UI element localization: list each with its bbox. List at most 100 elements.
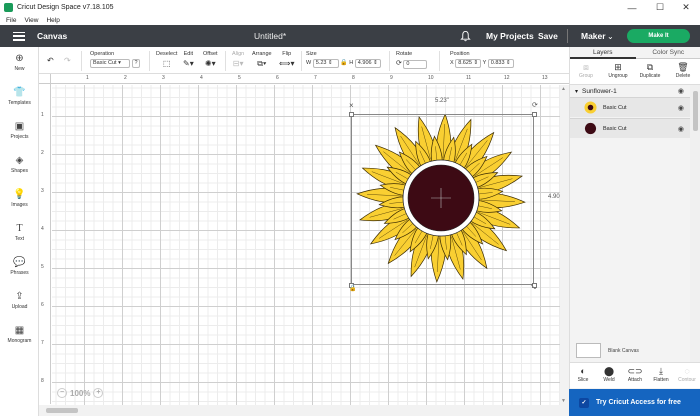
chevron-down-icon[interactable]: ▾ bbox=[575, 88, 578, 95]
slice-icon: ◐ bbox=[580, 366, 586, 376]
sidebar-item-text[interactable]: T Text bbox=[0, 223, 39, 242]
position-x-input[interactable]: 8.625 ⇕ bbox=[455, 59, 482, 68]
layer-actions: ⧈ Group ⊞ Ungroup ⧉ Duplicate 🗑 Delete bbox=[570, 59, 700, 85]
attach-button[interactable]: ⊂⊃ Attach bbox=[622, 366, 648, 383]
minimize-button[interactable]: — bbox=[618, 0, 646, 15]
weld-label: Weld bbox=[603, 377, 615, 383]
position-y-input[interactable]: 0.833 ⇕ bbox=[487, 59, 514, 68]
layer-row[interactable]: Basic Cut ◉ bbox=[570, 97, 690, 117]
zoom-in-button[interactable]: + bbox=[93, 388, 104, 398]
group-button[interactable]: ⧈ Group bbox=[570, 62, 602, 79]
operation-help-button[interactable]: ? bbox=[131, 59, 140, 68]
sidebar-item-shapes[interactable]: ◈ Shapes bbox=[0, 155, 39, 174]
notification-bell-icon[interactable] bbox=[460, 30, 471, 42]
flip-label: Flip bbox=[282, 51, 292, 57]
duplicate-label: Duplicate bbox=[639, 73, 661, 79]
rotate-input[interactable]: 0 bbox=[403, 60, 428, 69]
menu-view[interactable]: View bbox=[24, 17, 38, 24]
canvas-horizontal-scrollbar[interactable] bbox=[39, 405, 569, 416]
toolbar-divider bbox=[301, 51, 302, 71]
selection-bounding-box bbox=[351, 114, 534, 285]
duplicate-button[interactable]: ⧉ Duplicate bbox=[634, 62, 666, 79]
eye-icon[interactable]: ◉ bbox=[678, 87, 684, 95]
duplicate-icon: ⧉ bbox=[646, 62, 654, 72]
save-button[interactable]: Save bbox=[538, 31, 558, 41]
menu-help[interactable]: Help bbox=[46, 17, 59, 24]
scroll-up-icon[interactable]: ▲ bbox=[561, 86, 566, 92]
ungroup-button[interactable]: ⊞ Ungroup bbox=[602, 62, 634, 79]
ruler-corner bbox=[39, 74, 51, 84]
layer-row[interactable]: Basic Cut ◉ bbox=[570, 118, 690, 138]
size-group: Size W 5.23 ⇕ 🔒 H 4.906 ⇕ bbox=[306, 51, 381, 68]
make-it-button[interactable]: Make It bbox=[627, 29, 690, 43]
window-title: Cricut Design Space v7.18.105 bbox=[17, 4, 114, 11]
delete-button[interactable]: 🗑 Delete bbox=[667, 62, 699, 79]
edit-group[interactable]: Edit ✎▾ bbox=[183, 51, 194, 68]
rotate-handle-icon[interactable]: ⟳ bbox=[532, 101, 538, 109]
resize-handle-top-left[interactable] bbox=[349, 112, 354, 117]
deselect-group[interactable]: Deselect ⬚ bbox=[156, 51, 177, 68]
sidebar-item-upload[interactable]: ⇪ Upload bbox=[0, 291, 39, 310]
sidebar-item-images[interactable]: 💡 Images bbox=[0, 189, 39, 208]
sidebar-item-new[interactable]: ⊕ New bbox=[0, 53, 39, 72]
flatten-button[interactable]: ⤓ Flatten bbox=[648, 366, 674, 383]
flip-group[interactable]: Flip ⟺▾ bbox=[279, 51, 294, 68]
zoom-out-button[interactable]: − bbox=[57, 388, 67, 398]
lock-icon[interactable]: 🔒 bbox=[340, 59, 347, 68]
canvas-vertical-scrollbar[interactable]: ▲ ▼ bbox=[560, 85, 569, 405]
close-x-icon[interactable]: × bbox=[349, 101, 354, 110]
blank-canvas-label: Blank Canvas bbox=[608, 347, 639, 354]
ruler-top-label: 5 bbox=[238, 75, 241, 81]
sidebar-item-templates[interactable]: 👕 Templates bbox=[0, 87, 39, 106]
operation-select[interactable]: Basic Cut ▾ bbox=[90, 59, 130, 68]
width-input[interactable]: 5.23 ⇕ bbox=[312, 59, 339, 68]
sidebar-label: Phrases bbox=[10, 270, 29, 276]
my-projects-link[interactable]: My Projects bbox=[486, 31, 534, 41]
align-label: Align bbox=[232, 51, 245, 57]
align-group[interactable]: Align ⊟▾ bbox=[232, 51, 244, 68]
ruler-top-label: 4 bbox=[200, 75, 203, 81]
scale-handle-icon[interactable]: ⤡ bbox=[531, 285, 536, 292]
shirt-icon: 👕 bbox=[13, 87, 26, 98]
menu-file[interactable]: File bbox=[6, 17, 16, 24]
height-input[interactable]: 4.906 ⇕ bbox=[354, 59, 381, 68]
machine-selector[interactable]: Maker bbox=[581, 31, 606, 41]
layer-name: Basic Cut bbox=[603, 125, 627, 132]
cricut-access-banner[interactable]: ✓ Try Cricut Access for free bbox=[569, 389, 700, 416]
undo-icon[interactable]: ↶ bbox=[47, 56, 54, 65]
layers-scrollbar[interactable] bbox=[690, 85, 700, 365]
horizontal-scroll-thumb[interactable] bbox=[46, 408, 78, 413]
maximize-button[interactable]: ☐ bbox=[646, 0, 674, 15]
hamburger-menu-icon[interactable] bbox=[13, 31, 25, 41]
eye-icon[interactable]: ◉ bbox=[678, 104, 684, 112]
ruler-left-label: 6 bbox=[41, 302, 44, 308]
sidebar-item-projects[interactable]: ▣ Projects bbox=[0, 121, 39, 140]
sidebar-item-phrases[interactable]: 💬 Phrases bbox=[0, 257, 39, 276]
tab-color-sync[interactable]: Color Sync bbox=[635, 47, 700, 59]
center-thumbnail-icon bbox=[584, 122, 597, 135]
redo-icon[interactable]: ↷ bbox=[64, 56, 71, 65]
ruler-top-label: 10 bbox=[428, 75, 434, 81]
left-ruler: 1 2 3 4 5 6 7 8 bbox=[39, 84, 51, 404]
layers-scroll-thumb[interactable] bbox=[693, 91, 698, 131]
slice-button[interactable]: ◐ Slice bbox=[570, 366, 596, 383]
contour-button[interactable]: ◌ Contour bbox=[674, 366, 700, 383]
lock-handle-icon[interactable]: 🔓 bbox=[349, 285, 356, 292]
layer-group-sunflower[interactable]: ▾ Sunflower-1 ◉ bbox=[570, 85, 690, 97]
scroll-down-icon[interactable]: ▼ bbox=[561, 398, 566, 404]
y-label: Y bbox=[482, 60, 487, 66]
sidebar-item-monogram[interactable]: ▦ Monogram bbox=[0, 325, 39, 344]
chevron-down-icon[interactable]: ⌄ bbox=[607, 32, 614, 41]
access-logo-icon: ✓ bbox=[579, 397, 589, 408]
resize-handle-top-right[interactable] bbox=[532, 112, 537, 117]
blank-canvas-item[interactable]: Blank Canvas bbox=[576, 343, 639, 358]
window-titlebar: Cricut Design Space v7.18.105 — ☐ ✕ bbox=[0, 0, 700, 15]
close-window-button[interactable]: ✕ bbox=[672, 0, 700, 15]
offset-group[interactable]: Offset ✺▾ bbox=[203, 51, 218, 68]
eye-icon[interactable]: ◉ bbox=[678, 125, 684, 133]
weld-button[interactable]: ⬤ Weld bbox=[596, 366, 622, 383]
combine-actions: ◐ Slice ⬤ Weld ⊂⊃ Attach ⤓ Flatten ◌ Contour bbox=[570, 362, 700, 388]
tab-layers[interactable]: Layers bbox=[570, 47, 636, 59]
rotate-value: 0 bbox=[406, 61, 410, 67]
arrange-group[interactable]: Arrange ⧉▾ bbox=[252, 51, 272, 68]
